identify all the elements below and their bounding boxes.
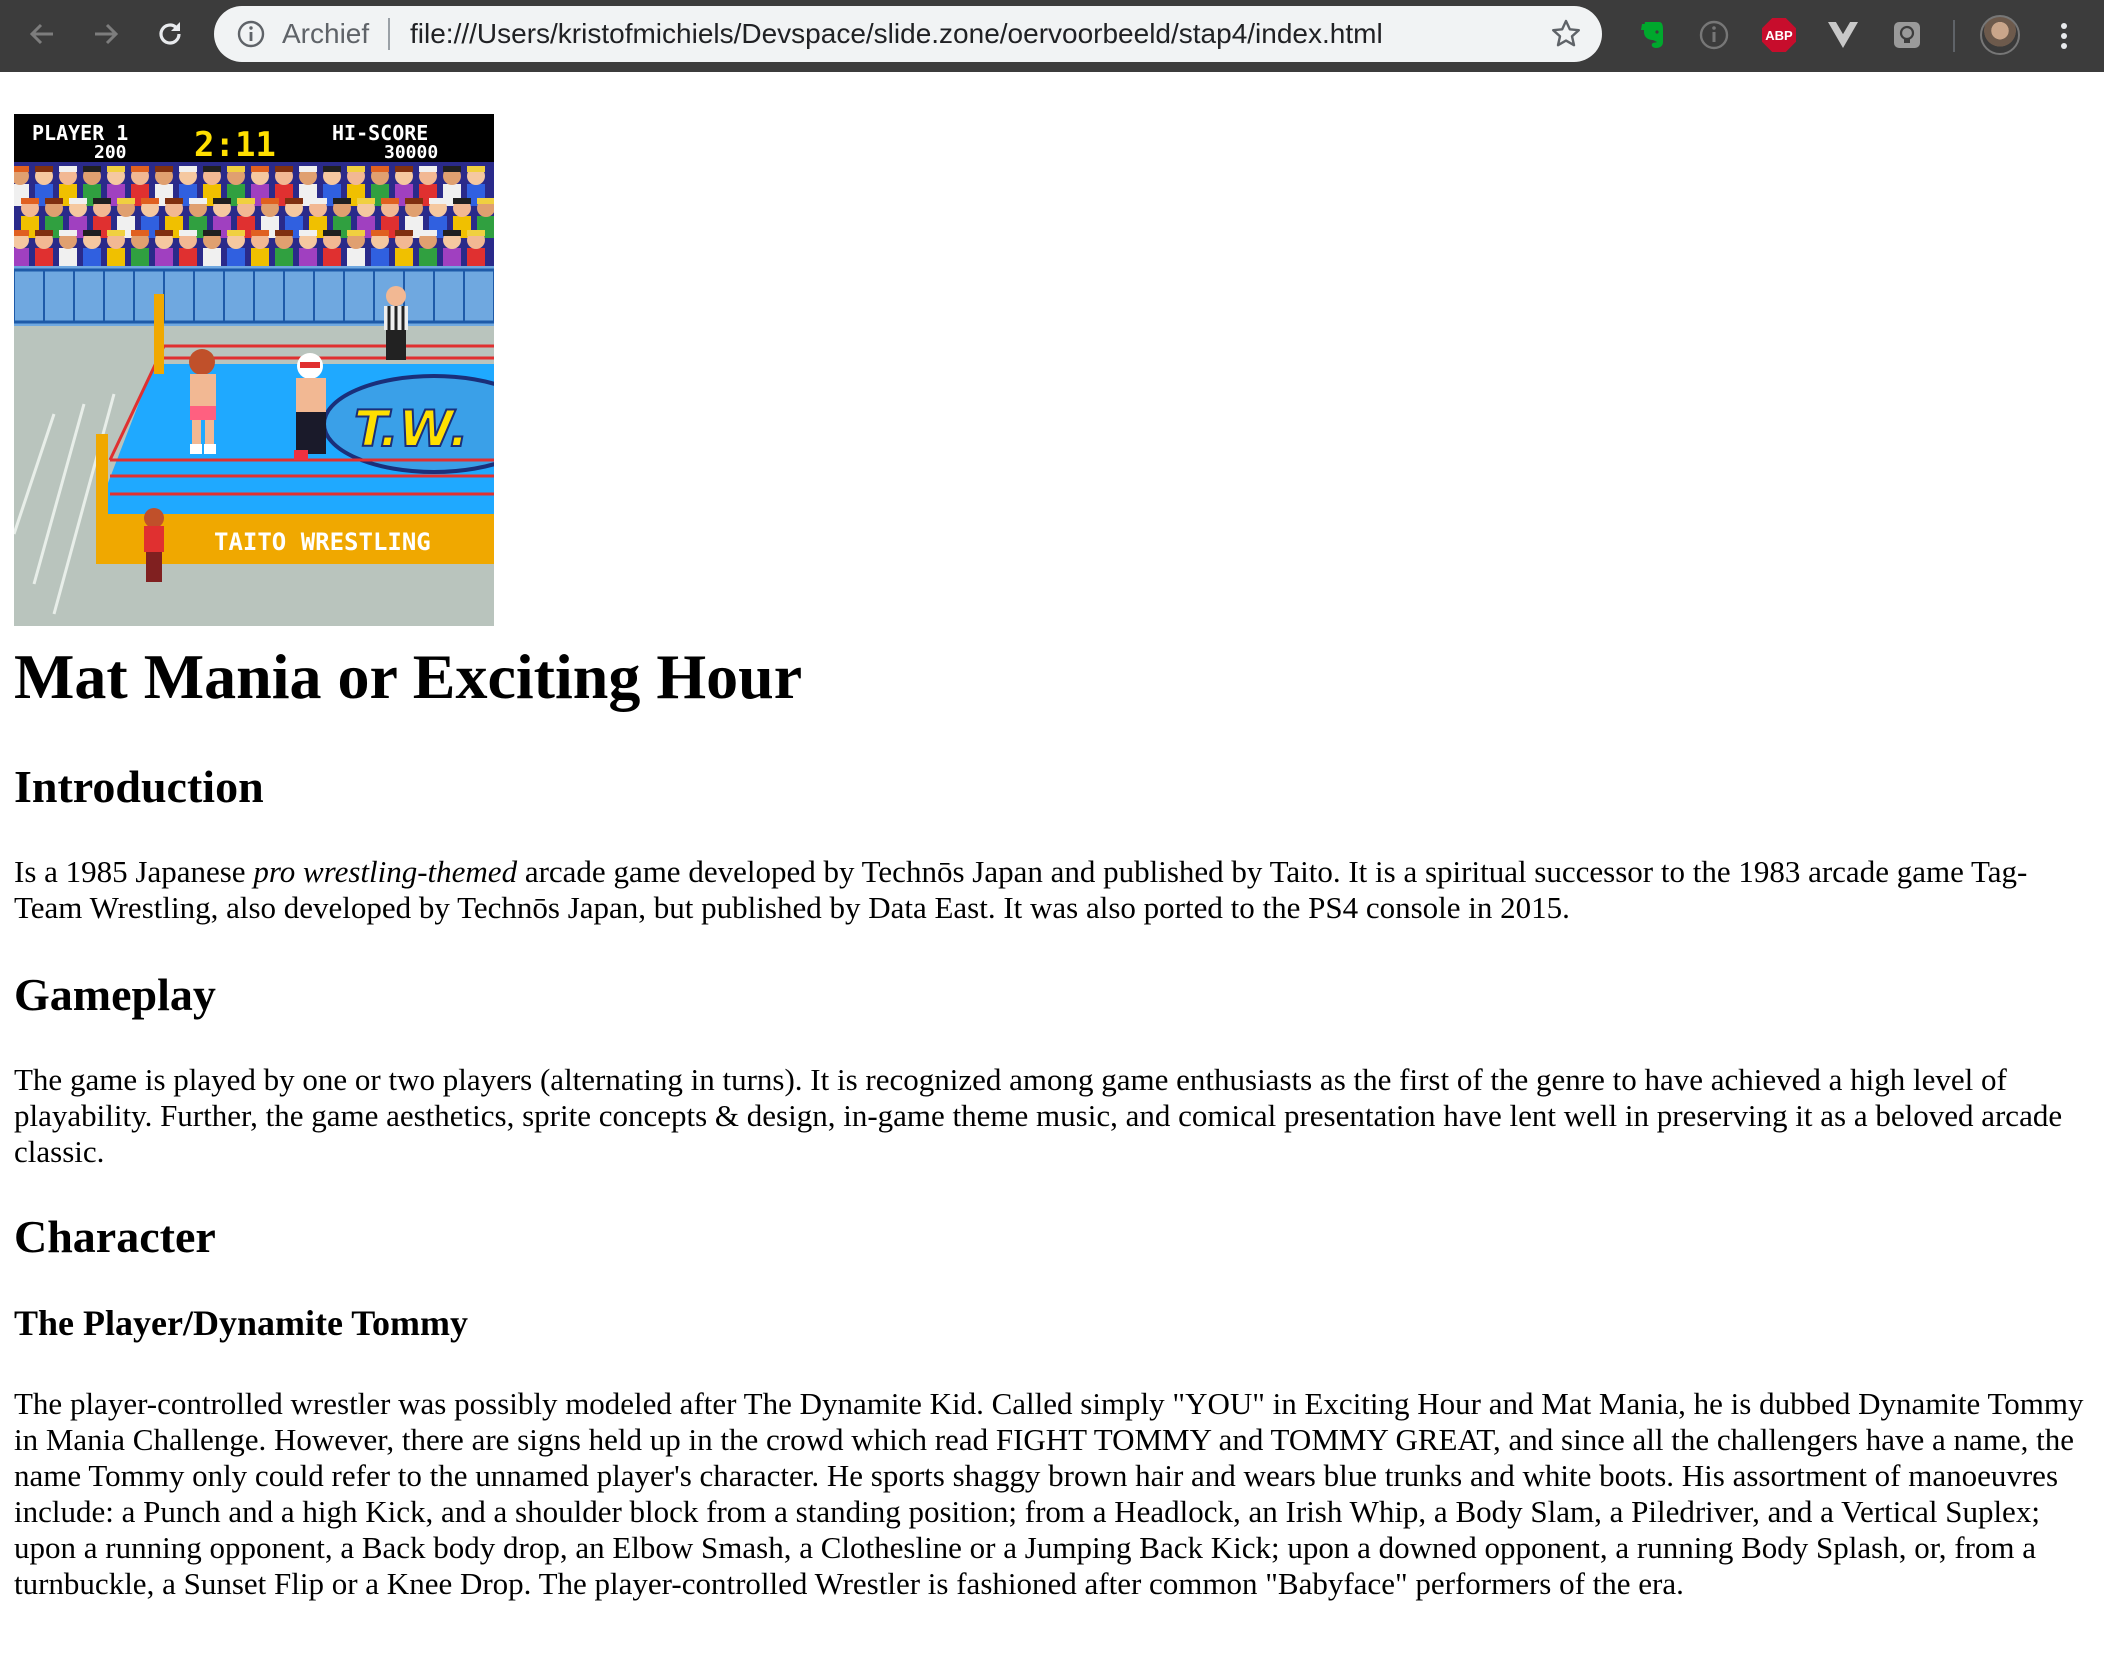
reload-icon[interactable] <box>150 14 190 54</box>
star-icon[interactable] <box>1550 18 1582 50</box>
page-title: Mat Mania or Exciting Hour <box>14 641 803 712</box>
extension-info-icon[interactable] <box>1695 16 1733 54</box>
player-score: 200 <box>94 142 127 163</box>
forward-arrow-icon[interactable] <box>86 14 126 54</box>
referee-sprite <box>384 286 408 360</box>
lightbulb-extension-icon[interactable] <box>1888 16 1926 54</box>
mat-mania-screenshot: PLAYER 1 200 2:11 HI-SCORE 30000 TAITO W… <box>14 114 494 626</box>
adblock-plus-icon[interactable]: ABP <box>1760 16 1798 54</box>
player-subheading: The Player/Dynamite Tommy <box>14 1303 468 1343</box>
adblock-plus-badge: ABP <box>1762 18 1796 52</box>
crowd-heads <box>14 166 494 270</box>
info-icon[interactable] <box>236 19 266 49</box>
profile-avatar[interactable] <box>1980 15 2020 55</box>
back-arrow-icon[interactable] <box>22 14 62 54</box>
archive-chip[interactable]: Archief <box>282 18 369 50</box>
introduction-paragraph: Is a 1985 Japanese pro wrestling-themed … <box>14 854 2094 926</box>
tag-partner-sprite <box>144 508 164 582</box>
gameplay-heading: Gameplay <box>14 969 216 1020</box>
menu-dots-icon[interactable] <box>2050 16 2078 56</box>
character-heading: Character <box>14 1211 216 1262</box>
url-text[interactable]: file:///Users/kristofmichiels/Devspace/s… <box>410 18 1383 50</box>
browser-toolbar: Archief file:///Users/kristofmichiels/De… <box>0 0 2104 72</box>
intro-text-start: Is a 1985 Japanese <box>14 854 254 889</box>
player-paragraph: The player-controlled wrestler was possi… <box>14 1386 2084 1601</box>
ring-logo: T.W. <box>354 400 468 458</box>
match-timer: 2:11 <box>194 125 276 165</box>
gameplay-paragraph: The game is played by one or two players… <box>14 1062 2063 1169</box>
evernote-icon[interactable] <box>1632 16 1670 54</box>
opponent-wrestler-sprite <box>294 353 326 460</box>
intro-emphasis: pro wrestling-themed <box>253 854 518 889</box>
hiscore-value: 30000 <box>384 142 438 163</box>
apron-text: TAITO WRESTLING <box>214 528 431 556</box>
address-bar[interactable]: Archief file:///Users/kristofmichiels/De… <box>214 6 1602 62</box>
introduction-heading: Introduction <box>14 761 264 812</box>
vue-devtools-icon[interactable] <box>1824 16 1862 54</box>
toolbar-divider <box>1953 20 1955 52</box>
omnibox-divider <box>388 18 390 50</box>
